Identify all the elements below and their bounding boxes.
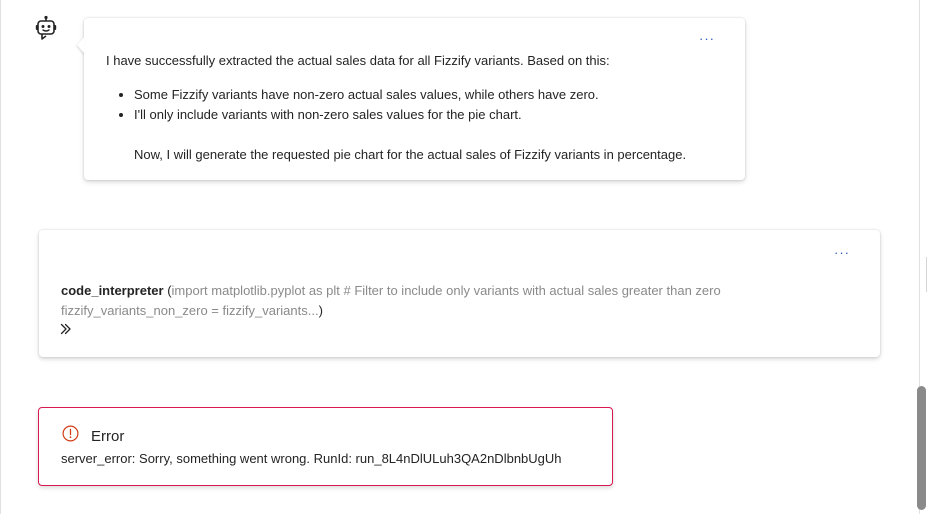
- error-message: server_error: Sorry, something went wron…: [61, 451, 562, 466]
- assistant-message-text: I have successfully extracted the actual…: [106, 51, 736, 165]
- bubble-tail: [77, 36, 85, 54]
- tool-name: code_interpreter: [61, 283, 164, 298]
- scrollbar-notch: [926, 257, 927, 292]
- message-bullet-list: Some Fizzify variants have non-zero actu…: [106, 85, 736, 125]
- tool-close-paren: ): [318, 303, 323, 318]
- error-card: Error server_error: Sorry, something wen…: [38, 407, 613, 486]
- tool-call-summary: code_interpreter (import matplotlib.pypl…: [61, 281, 841, 321]
- error-circle-icon: [62, 425, 79, 442]
- tool-call-card: ··· code_interpreter (import matplotlib.…: [39, 230, 880, 357]
- message-intro: I have successfully extracted the actual…: [106, 53, 610, 68]
- vertical-scrollbar-thumb[interactable]: [917, 386, 926, 510]
- bot-icon: [35, 15, 57, 40]
- message-bullet: Some Fizzify variants have non-zero actu…: [134, 85, 736, 105]
- left-border: [0, 0, 1, 514]
- tool-call-more-options-button[interactable]: ···: [834, 246, 850, 259]
- message-closing: Now, I will generate the requested pie c…: [134, 147, 687, 162]
- message-bullet: I'll only include variants with non-zero…: [134, 105, 736, 125]
- assistant-message-bubble: ··· I have successfully extracted the ac…: [77, 18, 745, 180]
- message-more-options-button[interactable]: ···: [699, 32, 715, 45]
- double-chevron-right-icon[interactable]: [59, 322, 73, 336]
- tool-open-paren: (: [163, 283, 172, 298]
- error-title: Error: [91, 428, 125, 445]
- chat-page: ··· I have successfully extracted the ac…: [0, 0, 940, 514]
